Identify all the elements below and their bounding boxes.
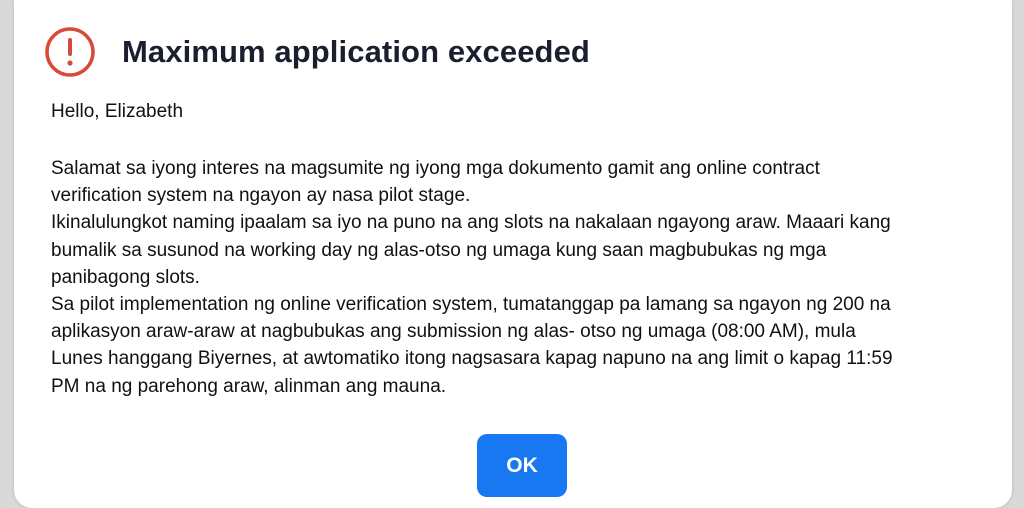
alert-dialog: Maximum application exceeded Hello, Eliz…: [14, 0, 1012, 508]
message-line: Lunes hanggang Biyernes, at awtomatiko i…: [51, 348, 893, 370]
greeting-text: Hello, Elizabeth: [51, 101, 184, 122]
message-line: Ikinalulungkot naming ipaalam sa iyo na …: [51, 212, 891, 234]
message-line: Sa pilot implementation ng online verifi…: [51, 294, 891, 316]
message-line: Salamat sa iyong interes na magsumite ng…: [51, 158, 820, 179]
dialog-header: Maximum application exceeded: [44, 26, 590, 78]
alert-circle-icon: [44, 26, 96, 78]
dialog-message: Salamat sa iyong interes na magsumite ng…: [51, 155, 991, 400]
dialog-title: Maximum application exceeded: [122, 34, 590, 69]
message-line: panibagong slots.: [51, 266, 200, 288]
message-line: aplikasyon araw-araw at nagbubukas ang s…: [51, 321, 856, 343]
ok-button[interactable]: OK: [477, 434, 567, 497]
message-line: verification system na ngayon ay nasa pi…: [51, 185, 471, 207]
message-line: PM na ng parehong araw, alinman ang maun…: [51, 375, 447, 397]
message-line: bumalik sa susunod na working day ng ala…: [51, 239, 827, 261]
